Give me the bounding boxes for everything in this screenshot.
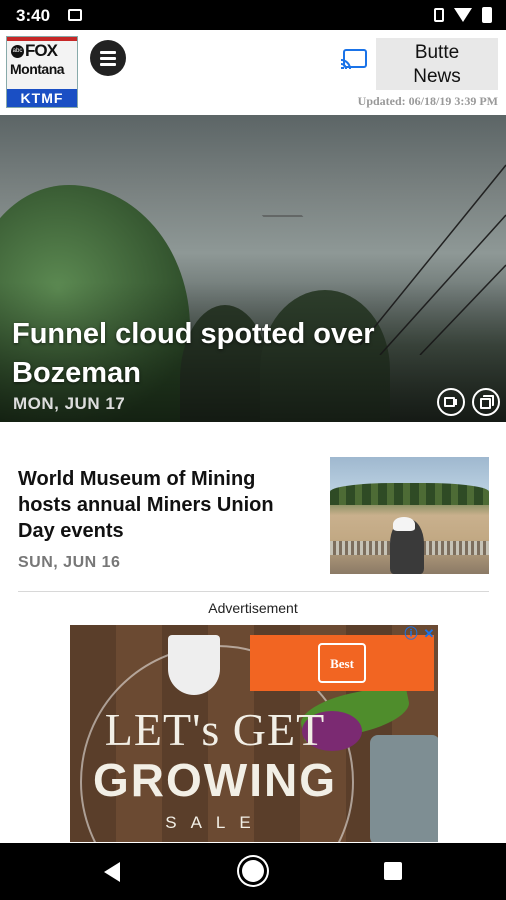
funnel-cloud <box>236 185 304 217</box>
thumbnail-trees <box>330 483 489 505</box>
vibrate-icon <box>434 8 444 22</box>
divider <box>18 591 489 592</box>
abc-logo: abc <box>11 45 24 58</box>
image-notification-icon <box>68 9 82 21</box>
story-headline[interactable]: World Museum of Mining hosts annual Mine… <box>18 466 308 544</box>
status-icons <box>434 7 492 23</box>
hero-headline[interactable]: Funnel cloud spotted over Bozeman <box>12 315 412 393</box>
recent-apps-icon[interactable] <box>384 862 402 880</box>
wifi-icon <box>454 8 472 22</box>
gallery-icon[interactable] <box>472 388 500 416</box>
shovel-icon <box>168 635 220 695</box>
hero-date: MON, JUN 17 <box>13 394 126 413</box>
list-item[interactable]: World Museum of Mining hosts annual Mine… <box>0 422 506 592</box>
city-news-button[interactable]: Butte News <box>376 38 498 90</box>
battery-icon <box>482 7 492 23</box>
city-button-line1: Butte <box>414 42 460 63</box>
ad-headline-line2: GROWING <box>93 754 337 806</box>
video-icon[interactable] <box>437 388 465 416</box>
updated-timestamp: Updated: 06/18/19 3:39 PM <box>357 94 498 108</box>
ad-label: Advertisement <box>208 600 298 616</box>
ad-sale-text: SALE <box>165 813 265 832</box>
cast-icon[interactable] <box>340 48 368 70</box>
station-logo[interactable]: abc FOX Montana KTMF <box>6 36 78 108</box>
status-time: 3:40 <box>16 6 51 25</box>
hamburger-menu-button[interactable] <box>90 40 126 76</box>
app-header: abc FOX Montana KTMF Butte News Updated:… <box>0 30 506 114</box>
ad-badge[interactable]: Best <box>250 635 434 691</box>
advertisement-banner[interactable]: LET's GET GROWING SALE Best ⓘ ✕ <box>70 625 438 842</box>
ad-controls: ⓘ ✕ <box>404 627 436 641</box>
ad-headline-line1: LET's GET <box>104 704 326 755</box>
home-icon[interactable] <box>242 860 264 882</box>
fox-wordmark: FOX <box>25 41 58 60</box>
hero-story[interactable]: Funnel cloud spotted over Bozeman MON, J… <box>0 115 506 422</box>
close-icon[interactable]: ✕ <box>422 627 436 641</box>
call-sign: KTMF <box>7 89 77 107</box>
story-thumbnail[interactable] <box>330 457 489 574</box>
status-bar: 3:40 <box>0 0 506 30</box>
thumbnail-hard-hat <box>393 517 415 531</box>
back-icon[interactable] <box>104 862 120 882</box>
watering-can <box>370 735 438 842</box>
ad-info-icon[interactable]: ⓘ <box>404 627 418 641</box>
city-button-line2: News <box>413 66 461 87</box>
navigation-bar <box>0 843 506 900</box>
montana-wordmark: Montana <box>10 61 65 77</box>
story-date: SUN, JUN 16 <box>18 554 121 571</box>
ad-badge-text: Best <box>318 643 366 683</box>
